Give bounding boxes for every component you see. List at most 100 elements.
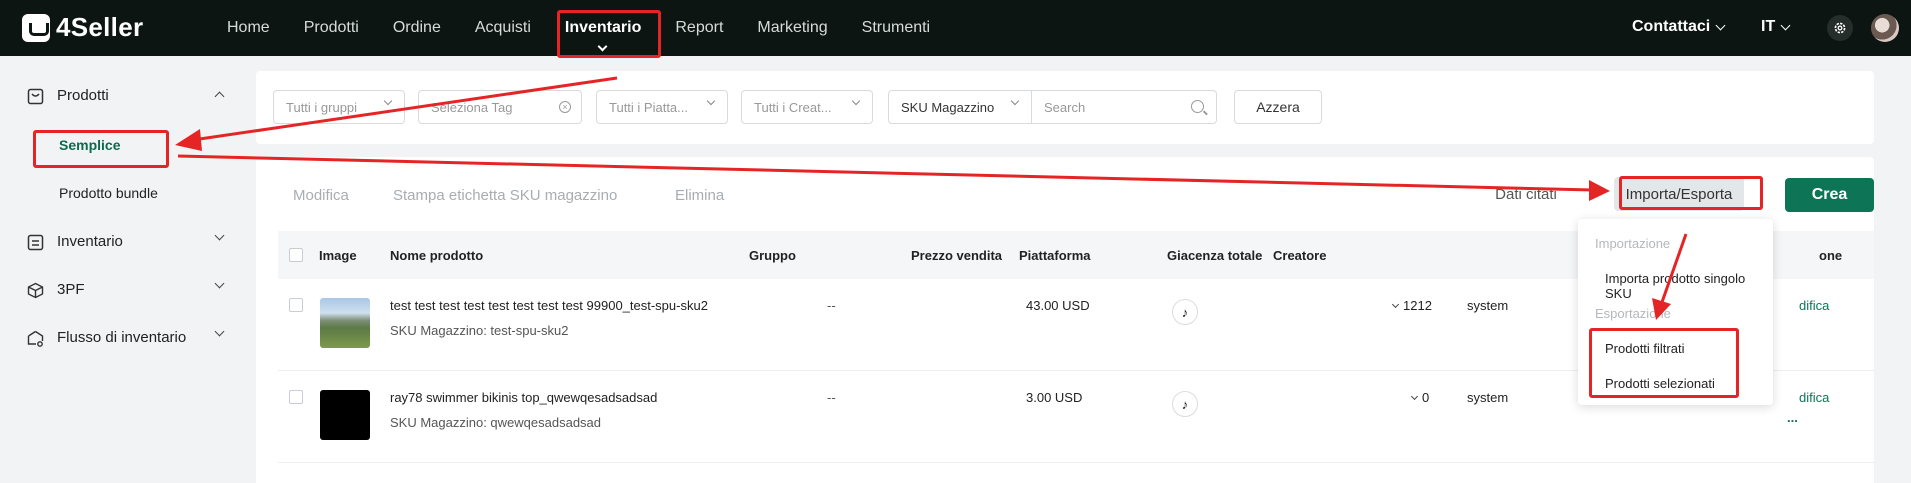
contact-menu[interactable]: Contattaci bbox=[1632, 18, 1726, 36]
chevron-down-icon bbox=[1010, 96, 1020, 106]
export-selected-item[interactable]: Prodotti selezionati bbox=[1605, 376, 1715, 391]
import-export-button[interactable]: Importa/Esporta bbox=[1614, 177, 1744, 211]
chevron-down-icon bbox=[597, 41, 608, 52]
edit-link[interactable]: difica bbox=[1799, 298, 1829, 313]
sidebar-group-flusso[interactable]: Flusso di inventario bbox=[0, 318, 248, 358]
product-sku: SKU Magazzino: qwewqesadsadsad bbox=[390, 415, 602, 430]
product-price: 43.00 USD bbox=[1026, 298, 1090, 313]
col-actions: one bbox=[1819, 248, 1843, 263]
chevron-down-icon bbox=[1391, 300, 1400, 309]
col-price: Prezzo vendita bbox=[911, 248, 1003, 263]
flow-icon bbox=[27, 330, 44, 347]
group-filter-select[interactable]: Tutti i gruppi bbox=[273, 90, 405, 124]
sidebar: Prodotti Semplice Prodotto bundle Invent… bbox=[0, 56, 248, 483]
col-group: Gruppo bbox=[749, 248, 796, 263]
row-checkbox[interactable] bbox=[289, 298, 303, 312]
chevron-down-icon bbox=[1715, 20, 1726, 30]
sku-type-select[interactable]: SKU Magazzino bbox=[888, 90, 1032, 124]
chevron-down-icon bbox=[851, 96, 861, 106]
sidebar-group-label: Prodotti bbox=[57, 87, 109, 104]
tiktok-icon: ♪ bbox=[1172, 299, 1198, 325]
product-image[interactable] bbox=[320, 390, 370, 440]
col-image: Image bbox=[319, 248, 357, 263]
more-actions-button[interactable]: ... bbox=[1787, 410, 1798, 425]
cube-icon bbox=[27, 282, 44, 299]
reset-button[interactable]: Azzera bbox=[1234, 90, 1322, 124]
row-checkbox[interactable] bbox=[289, 390, 303, 404]
import-single-sku-item[interactable]: Importa prodotto singolo SKU bbox=[1605, 271, 1773, 301]
main-nav: Home Prodotti Ordine Acquisti Inventario… bbox=[210, 0, 947, 56]
stock-toggle[interactable]: 0 bbox=[1410, 390, 1430, 405]
product-group: -- bbox=[827, 390, 836, 405]
nav-inventario[interactable]: Inventario bbox=[548, 0, 658, 56]
product-group: -- bbox=[827, 298, 836, 313]
nav-inventario-label: Inventario bbox=[564, 19, 642, 36]
contact-label: Contattaci bbox=[1632, 18, 1711, 35]
export-heading: Esportazione bbox=[1595, 306, 1671, 321]
chevron-down-icon bbox=[383, 96, 393, 106]
print-label-action[interactable]: Stampa etichetta SKU magazzino bbox=[393, 187, 617, 204]
edit-link[interactable]: difica bbox=[1799, 390, 1829, 405]
nav-prodotti[interactable]: Prodotti bbox=[287, 0, 376, 56]
edit-action[interactable]: Modifica bbox=[293, 187, 349, 204]
nav-report[interactable]: Report bbox=[658, 0, 740, 56]
gear-icon bbox=[1834, 22, 1846, 34]
nav-marketing[interactable]: Marketing bbox=[740, 0, 844, 56]
clear-icon[interactable]: × bbox=[559, 101, 571, 113]
language-label: IT bbox=[1761, 18, 1776, 35]
creator-filter-select[interactable]: Tutti i Creat... bbox=[741, 90, 873, 124]
tag-filter-select[interactable]: Seleziona Tag × bbox=[418, 90, 582, 124]
export-filtered-item[interactable]: Prodotti filtrati bbox=[1605, 341, 1684, 356]
sidebar-item-semplice[interactable]: Semplice bbox=[59, 137, 120, 153]
row-divider bbox=[278, 462, 1874, 463]
sku-type-value: SKU Magazzino bbox=[901, 99, 995, 115]
chevron-down-icon bbox=[214, 230, 225, 241]
group-filter-value: Tutti i gruppi bbox=[286, 99, 358, 115]
chevron-down-icon bbox=[1410, 392, 1419, 401]
sidebar-group-inventario[interactable]: Inventario bbox=[0, 222, 248, 262]
search-placeholder: Search bbox=[1044, 99, 1086, 115]
top-navigation-bar: 4Seller Home Prodotti Ordine Acquisti In… bbox=[0, 0, 1911, 56]
box-icon bbox=[27, 88, 44, 105]
col-platform: Piattaforma bbox=[1019, 248, 1091, 263]
nav-home[interactable]: Home bbox=[210, 0, 287, 56]
language-selector[interactable]: IT bbox=[1761, 18, 1791, 36]
col-name: Nome prodotto bbox=[390, 248, 484, 263]
stock-toggle[interactable]: 1212 bbox=[1391, 298, 1432, 313]
brand-logo[interactable]: 4Seller bbox=[22, 12, 143, 43]
col-creator: Creatore bbox=[1273, 248, 1327, 263]
product-sku: SKU Magazzino: test-spu-sku2 bbox=[390, 323, 569, 338]
import-heading: Importazione bbox=[1595, 236, 1671, 251]
creator-filter-value: Tutti i Creat... bbox=[754, 99, 832, 115]
chevron-down-icon bbox=[706, 96, 716, 106]
nav-ordine[interactable]: Ordine bbox=[376, 0, 458, 56]
chevron-up-icon bbox=[214, 91, 225, 102]
cited-data-button[interactable]: Dati citati bbox=[1488, 177, 1564, 211]
sidebar-group-label: Inventario bbox=[57, 233, 123, 250]
search-input[interactable]: Search bbox=[1031, 90, 1217, 124]
product-name[interactable]: ray78 swimmer bikinis top_qwewqesadsadsa… bbox=[390, 390, 657, 405]
platform-filter-select[interactable]: Tutti i Piatta... bbox=[596, 90, 728, 124]
settings-button[interactable] bbox=[1827, 15, 1853, 41]
platform-filter-value: Tutti i Piatta... bbox=[609, 99, 688, 115]
col-stock: Giacenza totale bbox=[1167, 248, 1263, 263]
stock-value: 0 bbox=[1422, 390, 1430, 405]
chevron-down-icon bbox=[1780, 20, 1791, 30]
filter-panel: Tutti i gruppi Seleziona Tag × Tutti i P… bbox=[256, 71, 1874, 144]
product-image[interactable] bbox=[320, 298, 370, 348]
chevron-down-icon bbox=[214, 326, 225, 337]
user-avatar[interactable] bbox=[1871, 14, 1899, 42]
sidebar-group-label: Flusso di inventario bbox=[57, 329, 187, 346]
delete-action[interactable]: Elimina bbox=[675, 187, 724, 204]
product-creator: system bbox=[1467, 390, 1509, 405]
tiktok-icon: ♪ bbox=[1172, 391, 1198, 417]
search-icon[interactable] bbox=[1191, 100, 1204, 113]
nav-strumenti[interactable]: Strumenti bbox=[845, 0, 947, 56]
sidebar-group-3pf[interactable]: 3PF bbox=[0, 270, 248, 310]
sidebar-group-prodotti[interactable]: Prodotti bbox=[0, 76, 248, 116]
product-name[interactable]: test test test test test test test test … bbox=[390, 298, 708, 313]
nav-acquisti[interactable]: Acquisti bbox=[458, 0, 548, 56]
select-all-checkbox[interactable] bbox=[289, 248, 303, 262]
sidebar-item-prodotto-bundle[interactable]: Prodotto bundle bbox=[59, 185, 158, 201]
create-button[interactable]: Crea bbox=[1785, 178, 1874, 212]
